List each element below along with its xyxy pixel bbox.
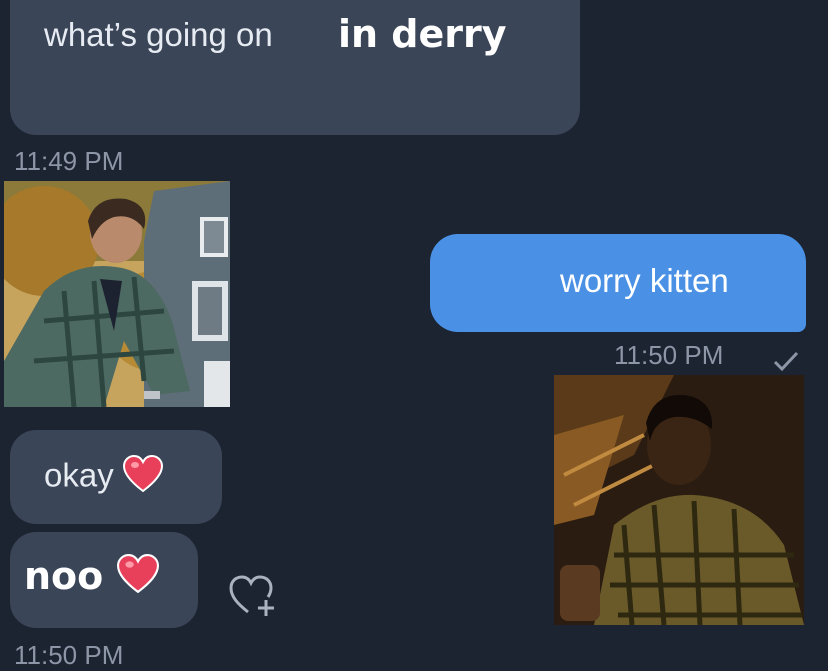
man-with-flashlight-photo xyxy=(554,375,804,625)
message-text-okay: okay xyxy=(44,454,163,501)
message-text-sent: worry kitten xyxy=(560,262,729,299)
timestamp-first: 11:49 PM xyxy=(14,146,124,176)
check-icon xyxy=(772,350,800,377)
heart-icon xyxy=(122,454,163,501)
add-reaction-icon[interactable] xyxy=(228,570,280,623)
message-text-noo: noo xyxy=(24,554,159,603)
man-on-bike-photo xyxy=(4,181,230,407)
timestamp-last: 11:50 PM xyxy=(14,640,124,670)
message-text-first: what’s going on xyxy=(44,16,273,53)
timestamp-sent: 11:50 PM xyxy=(614,340,724,370)
overlay-caption: in derry xyxy=(338,12,507,56)
noo-label: noo xyxy=(24,554,104,598)
okay-label: okay xyxy=(44,456,114,494)
heart-icon xyxy=(116,554,159,603)
